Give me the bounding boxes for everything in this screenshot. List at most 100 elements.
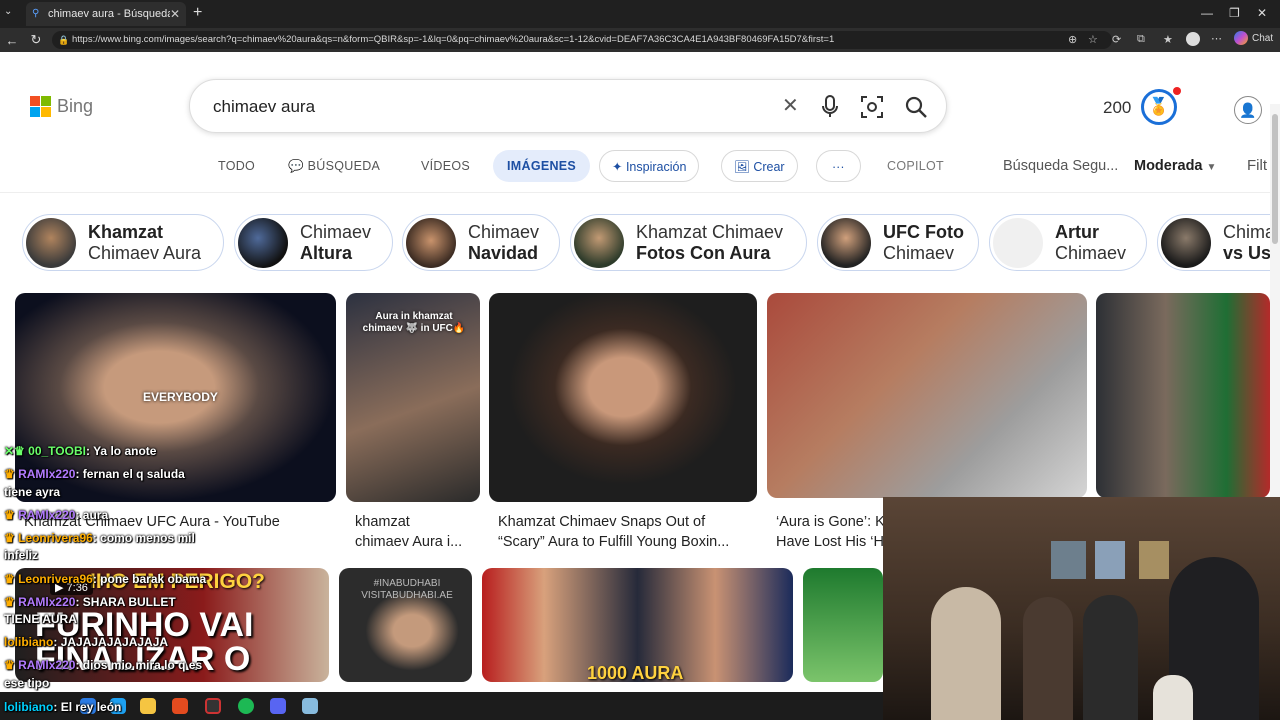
chip-line-2: Navidad <box>468 242 539 263</box>
wall-picture <box>1139 541 1169 579</box>
streamer-webcam <box>883 497 1280 720</box>
tab-crear[interactable]: 🖼 Crear <box>721 150 798 182</box>
related-chip[interactable]: Khamzat Chimaev Aura <box>22 214 224 271</box>
chip-line-2: Chimaev <box>1055 242 1127 263</box>
chip-thumbnail <box>26 217 76 268</box>
search-input[interactable] <box>213 94 753 120</box>
lamp <box>1153 675 1193 720</box>
related-chip[interactable]: Artur Chimaev <box>989 214 1147 271</box>
search-icon[interactable] <box>904 95 928 119</box>
related-chip[interactable]: Chimaev Navidad <box>402 214 560 271</box>
chat-username: RAMlx220 <box>18 467 76 481</box>
caption-line-2: Have Lost His ‘H <box>776 534 884 550</box>
copilot-button[interactable]: Chat <box>1234 31 1273 45</box>
image-caption[interactable]: ‘Aura is Gone’: K Have Lost His ‘H <box>776 512 886 552</box>
chat-badge-icon: ♛ <box>4 658 19 672</box>
chat-badge-icon: ♛ <box>4 467 19 481</box>
spotify-app-icon[interactable] <box>238 698 254 714</box>
related-chip[interactable]: Khamzat Chimaev Fotos Con Aura <box>570 214 807 271</box>
chat-message: ese tipo <box>4 676 50 690</box>
new-tab-icon[interactable]: + <box>193 4 202 22</box>
microphone-icon[interactable] <box>820 95 840 119</box>
close-window-icon[interactable]: ✕ <box>1257 6 1267 20</box>
browser-tab[interactable]: ⚲ chimaev aura - Búsqueda Imágenes ✕ <box>26 2 186 26</box>
scrollbar-thumb[interactable] <box>1272 114 1278 244</box>
image-result[interactable] <box>803 568 883 682</box>
image-result[interactable] <box>767 293 1087 498</box>
tab-todo[interactable]: TODO <box>218 150 255 182</box>
chip-thumbnail <box>406 217 456 268</box>
image-result[interactable]: #INABUDHABI VISITABUDHABI.AE <box>339 568 472 682</box>
image-caption[interactable]: khamzat chimaev Aura i... <box>355 512 462 552</box>
related-chip[interactable]: Chimaev Altura <box>234 214 393 271</box>
wall-picture <box>1051 541 1086 579</box>
chat-username: Leonrivera96 <box>18 531 93 545</box>
favorite-star-icon[interactable]: ☆ <box>1088 33 1098 46</box>
emoji-app-icon[interactable] <box>140 698 156 714</box>
image-result[interactable] <box>1096 293 1270 498</box>
tab-imagenes[interactable]: IMÁGENES <box>493 150 591 182</box>
more-options-button[interactable]: ··· <box>816 150 861 182</box>
site-info-icon[interactable]: 🔒 <box>58 31 69 49</box>
image-result[interactable] <box>489 293 757 502</box>
split-screen-icon[interactable]: ⧉ <box>1137 33 1145 46</box>
caption-line-1: ‘Aura is Gone’: K <box>776 514 885 530</box>
profile-icon[interactable] <box>1186 32 1200 46</box>
restore-icon[interactable]: ❐ <box>1229 6 1240 20</box>
chip-line-1: Chima <box>1223 221 1270 242</box>
image-caption[interactable]: Khamzat Chimaev Snaps Out of “Scary” Aura… <box>498 512 729 552</box>
safe-search-dropdown[interactable]: Moderada ▼ <box>1134 158 1216 174</box>
clear-icon[interactable]: ✕ <box>782 93 799 118</box>
bing-favicon-icon: ⚲ <box>32 8 40 19</box>
rewards-icon[interactable]: 🏅 <box>1141 89 1177 125</box>
chat-message: fernan el q saluda <box>82 467 185 481</box>
app-icon[interactable] <box>302 698 318 714</box>
tab-inspiracion-label: Inspiración <box>625 160 687 174</box>
caption-line-1: khamzat <box>355 514 410 530</box>
discord-app-icon[interactable] <box>270 698 286 714</box>
zoom-icon[interactable]: ⊕ <box>1068 33 1077 46</box>
wall-picture <box>1095 541 1125 579</box>
chat-message: pone barak obama <box>100 572 207 586</box>
tab-inspiracion[interactable]: ✦ Inspiración <box>599 150 700 182</box>
image-result[interactable]: Aura in khamzat chimaev 🐺 in UFC🔥 <box>346 293 480 502</box>
obs-app-icon[interactable] <box>205 698 221 714</box>
chat-message: tiene ayra <box>4 485 61 499</box>
tab-list-icon[interactable]: ⌄ <box>4 6 12 17</box>
url-field[interactable]: 🔒 https://www.bing.com/images/search?q=c… <box>52 31 1112 49</box>
refresh-icon[interactable]: ↻ <box>24 32 48 48</box>
tab-copilot[interactable]: COPILOT <box>887 150 944 182</box>
chat-message: TIENE AURA <box>4 612 77 626</box>
image-overlay-text: 1000 AURA <box>587 663 684 682</box>
menu-dots-icon[interactable]: ⋯ <box>1211 32 1222 45</box>
chip-line-1: Chimaev <box>468 221 540 242</box>
rewards-points[interactable]: 200 <box>1103 98 1131 118</box>
browser-app-icon[interactable] <box>172 698 188 714</box>
chat-badge-icon: ♛ <box>4 508 19 522</box>
chip-line-1: Khamzat Chimaev <box>636 221 784 242</box>
related-chip[interactable]: Chima vs Us <box>1157 214 1270 271</box>
collections-icon[interactable]: ★ <box>1163 33 1173 46</box>
chip-line-2: Chimaev Aura <box>88 242 202 263</box>
tab-videos[interactable]: VÍDEOS <box>421 150 470 182</box>
bing-logo[interactable]: Bing <box>30 96 93 117</box>
page-scrollbar[interactable] <box>1270 104 1280 549</box>
image-result[interactable]: 1000 AURA <box>482 568 793 682</box>
chip-thumbnail <box>1161 217 1211 268</box>
tab-busqueda[interactable]: 💬 BÚSQUEDA <box>288 150 380 182</box>
minimize-icon[interactable]: — <box>1201 6 1213 20</box>
chat-message: dios mio mira lo q es <box>82 658 203 672</box>
visual-search-icon[interactable] <box>860 95 884 119</box>
filter-button[interactable]: Filt <box>1247 157 1267 174</box>
close-tab-icon[interactable]: ✕ <box>170 7 180 21</box>
image-overlay-text: Aura in khamzat chimaev 🐺 in UFC🔥 <box>362 311 466 334</box>
chip-thumbnail <box>821 217 871 268</box>
back-icon[interactable]: ← <box>0 33 24 48</box>
chat-username: lolibiano <box>4 700 54 714</box>
chevron-down-icon: ▼ <box>1206 162 1217 173</box>
sign-in-avatar-icon[interactable]: 👤 <box>1234 96 1262 124</box>
taskbar <box>0 692 884 720</box>
related-chip[interactable]: UFC Foto Chimaev <box>817 214 979 271</box>
extension-icon[interactable]: ⟳ <box>1112 33 1121 46</box>
chip-thumbnail <box>993 217 1043 268</box>
